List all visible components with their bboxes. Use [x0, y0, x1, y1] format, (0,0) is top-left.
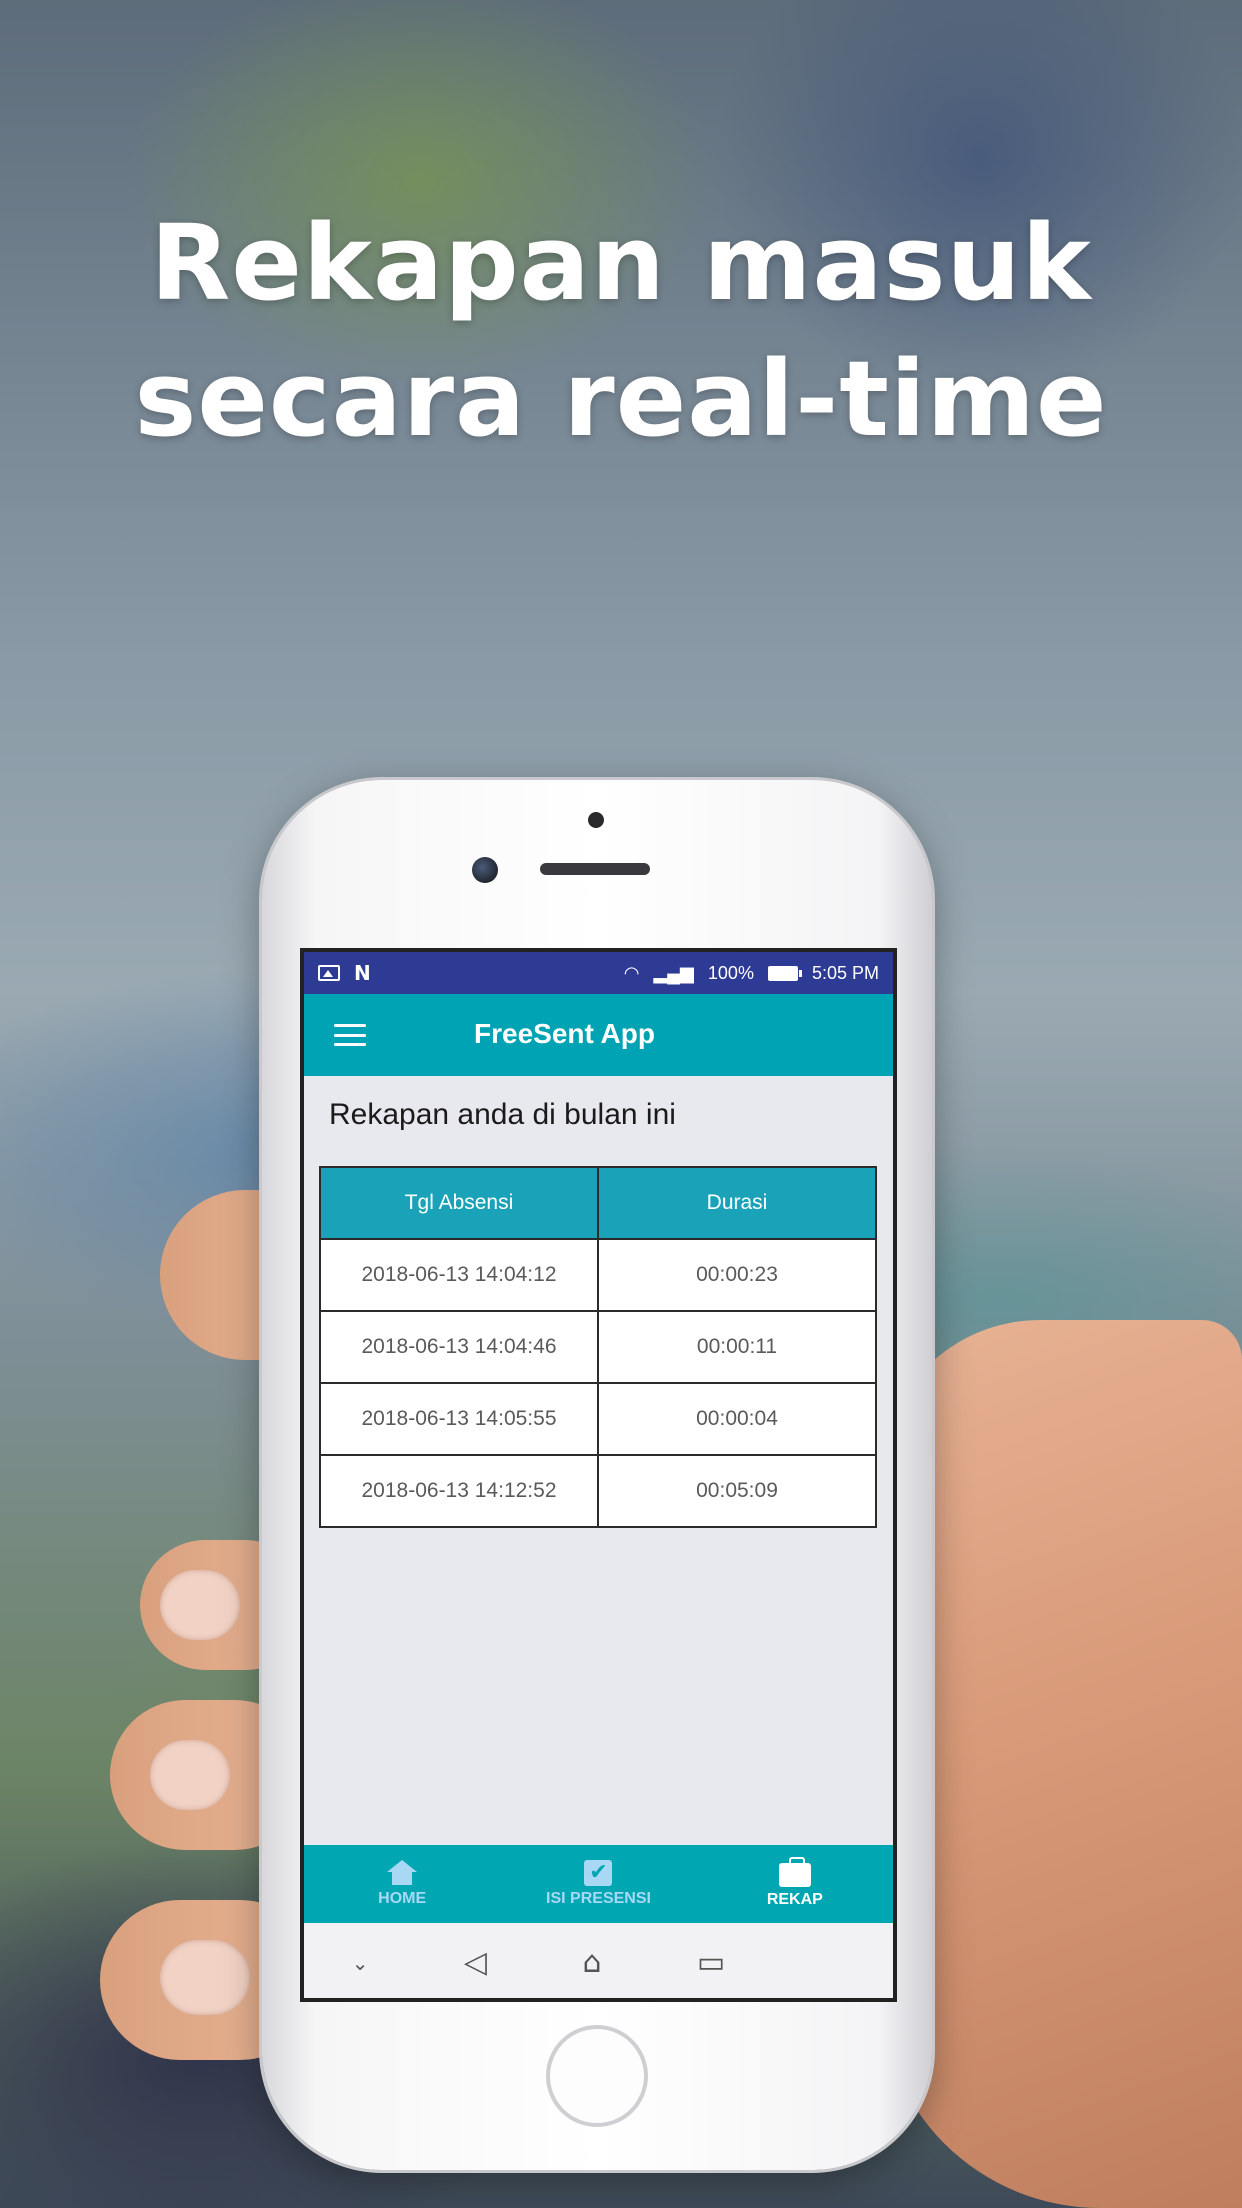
back-icon[interactable]: ◁	[464, 1945, 487, 1980]
n-notification-icon: N	[354, 961, 371, 985]
cell-duration: 00:05:09	[597, 1454, 877, 1528]
front-camera	[472, 857, 498, 883]
page-heading: Rekapan anda di bulan ini	[329, 1098, 676, 1131]
column-header-date: Tgl Absensi	[319, 1166, 599, 1240]
cell-date: 2018-06-13 14:04:46	[319, 1310, 599, 1384]
checkbox-icon: ✔	[584, 1860, 613, 1886]
status-time: 5:05 PM	[811, 962, 879, 983]
hamburger-menu-icon[interactable]	[334, 1024, 366, 1046]
table-row: 2018-06-13 14:04:12 00:00:23	[319, 1238, 877, 1312]
cell-duration: 00:00:11	[597, 1310, 877, 1384]
earpiece-speaker	[540, 863, 650, 875]
recents-icon[interactable]: ▭	[697, 1945, 725, 1980]
wifi-icon: ◠	[623, 962, 640, 983]
table-row: 2018-06-13 14:04:46 00:00:11	[319, 1310, 877, 1384]
table-row: 2018-06-13 14:12:52 00:05:09	[319, 1454, 877, 1528]
nav-isi-presensi[interactable]: ✔ ISI PRESENSI	[500, 1845, 696, 1923]
nail-image	[160, 1570, 240, 1640]
table-row: 2018-06-13 14:05:55 00:00:04	[319, 1382, 877, 1456]
nav-rekap[interactable]: REKAP	[697, 1845, 893, 1923]
cell-date: 2018-06-13 14:12:52	[319, 1454, 599, 1528]
cell-duration: 00:00:04	[597, 1382, 877, 1456]
signal-icon: ▂▄▆	[653, 962, 694, 983]
app-title: FreeSent App	[474, 1018, 655, 1049]
home-icon[interactable]: ⌂	[582, 1945, 601, 1980]
proximity-sensor	[588, 812, 604, 828]
table-header-row: Tgl Absensi Durasi	[319, 1166, 877, 1240]
cell-duration: 00:00:23	[597, 1238, 877, 1312]
status-bar: N ◠ ▂▄▆ 100% 5:05 PM	[304, 952, 893, 994]
battery-percent: 100%	[707, 962, 754, 983]
image-icon	[318, 965, 340, 981]
bottom-navigation: HOME ✔ ISI PRESENSI REKAP	[304, 1845, 893, 1923]
phone-home-button[interactable]	[546, 2025, 648, 2127]
hand-image	[880, 1320, 1242, 2208]
home-icon	[387, 1860, 418, 1886]
nail-image	[150, 1740, 230, 1810]
nav-isi-presensi-label: ISI PRESENSI	[546, 1890, 651, 1907]
column-header-duration: Durasi	[597, 1166, 877, 1240]
nail-image	[160, 1940, 250, 2015]
status-bar-left: N	[318, 961, 371, 985]
status-bar-right: ◠ ▂▄▆ 100% 5:05 PM	[624, 963, 879, 984]
briefcase-icon	[778, 1857, 811, 1887]
battery-icon	[767, 965, 802, 981]
promo-headline: Rekapan masuk secara real-time	[0, 195, 1242, 467]
nav-rekap-label: REKAP	[766, 1891, 823, 1908]
nav-home-label: HOME	[378, 1890, 427, 1907]
cell-date: 2018-06-13 14:04:12	[319, 1238, 599, 1312]
promo-line-1: Rekapan masuk	[150, 202, 1092, 324]
app-bar: FreeSent App	[304, 994, 893, 1076]
system-navigation-bar: ⌄ ◁ ⌂ ▭	[304, 1923, 893, 1998]
keyboard-down-icon[interactable]: ⌄	[352, 1951, 369, 1975]
attendance-table: Tgl Absensi Durasi 2018-06-13 14:04:12 0…	[319, 1166, 877, 1528]
nav-home[interactable]: HOME	[304, 1845, 500, 1923]
app-screen: N ◠ ▂▄▆ 100% 5:05 PM FreeSent App Rekapa…	[300, 948, 897, 2002]
cell-date: 2018-06-13 14:05:55	[319, 1382, 599, 1456]
promo-line-2: secara real-time	[134, 338, 1108, 460]
